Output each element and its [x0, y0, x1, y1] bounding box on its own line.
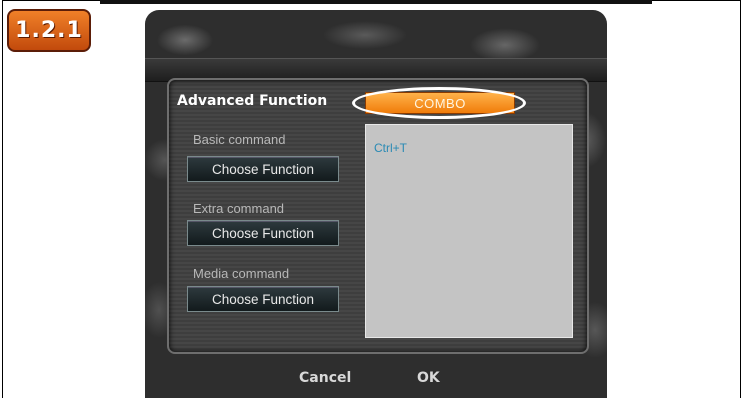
advanced-function-dialog: Advanced Function COMBO Basic command Ch… [145, 10, 607, 398]
list-item[interactable]: Ctrl+T [374, 141, 407, 155]
step-badge: 1.2.1 [7, 9, 91, 52]
page-frame-right [740, 0, 741, 398]
cancel-button[interactable]: Cancel [299, 370, 351, 386]
top-separator [100, 0, 652, 4]
basic-choose-function-button[interactable]: Choose Function [187, 156, 339, 182]
media-choose-function-button[interactable]: Choose Function [187, 286, 339, 312]
ok-button[interactable]: OK [417, 370, 440, 386]
extra-command-label: Extra command [193, 201, 285, 216]
page-frame-left [2, 0, 3, 398]
basic-command-label: Basic command [193, 132, 286, 147]
extra-choose-function-button[interactable]: Choose Function [187, 220, 339, 246]
media-command-label: Media command [193, 266, 290, 281]
assigned-keys-list[interactable]: Ctrl+T [365, 124, 573, 338]
advanced-function-heading: Advanced Function [177, 93, 328, 109]
highlight-ring [352, 87, 526, 119]
